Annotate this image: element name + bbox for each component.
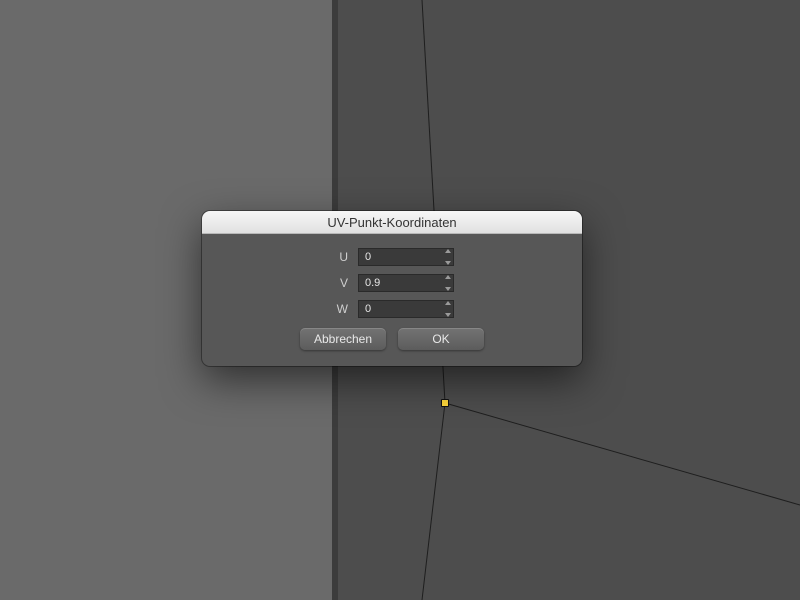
chevron-down-icon[interactable] (445, 261, 451, 265)
ok-button[interactable]: OK (398, 328, 484, 350)
chevron-up-icon[interactable] (445, 301, 451, 305)
uv-point-coordinates-dialog: UV-Punkt-Koordinaten U V (202, 211, 582, 366)
u-input[interactable] (358, 248, 454, 266)
w-label: W (330, 302, 348, 316)
v-input[interactable] (358, 274, 454, 292)
v-label: V (330, 276, 348, 290)
chevron-down-icon[interactable] (445, 313, 451, 317)
v-field (358, 274, 454, 292)
w-field (358, 300, 454, 318)
uv-selected-point[interactable] (441, 399, 449, 407)
w-input[interactable] (358, 300, 454, 318)
chevron-up-icon[interactable] (445, 249, 451, 253)
w-stepper[interactable] (443, 301, 453, 317)
dialog-title: UV-Punkt-Koordinaten (327, 215, 456, 230)
u-stepper[interactable] (443, 249, 453, 265)
u-field (358, 248, 454, 266)
v-stepper[interactable] (443, 275, 453, 291)
chevron-down-icon[interactable] (445, 287, 451, 291)
dialog-titlebar[interactable]: UV-Punkt-Koordinaten (202, 211, 582, 234)
u-label: U (330, 250, 348, 264)
chevron-up-icon[interactable] (445, 275, 451, 279)
cancel-button[interactable]: Abbrechen (300, 328, 386, 350)
